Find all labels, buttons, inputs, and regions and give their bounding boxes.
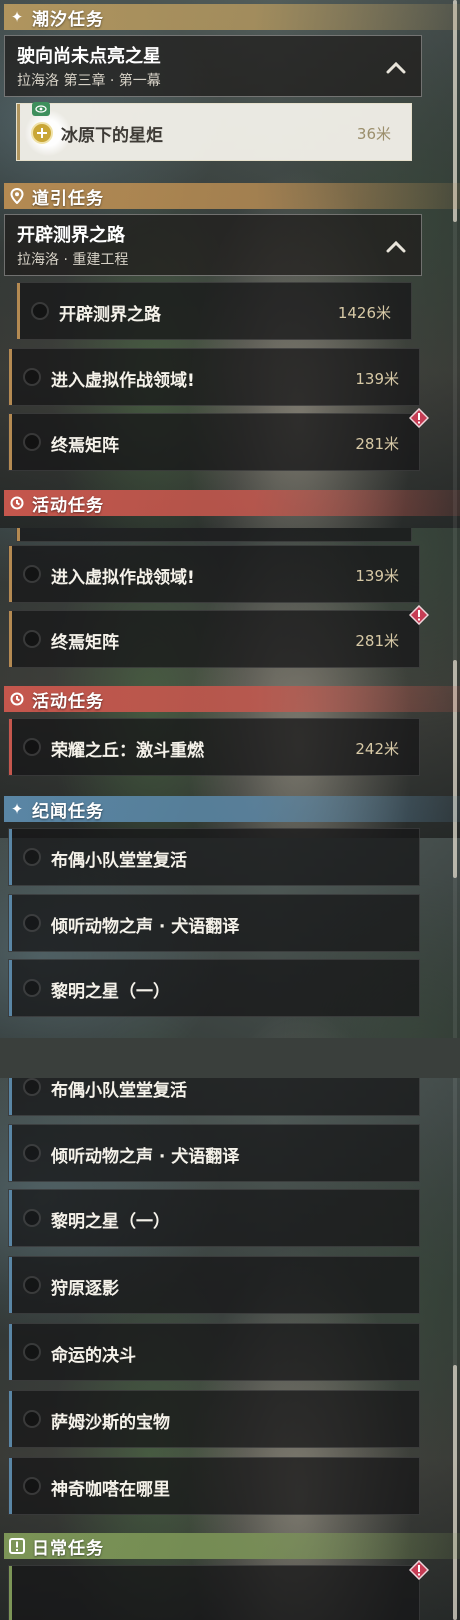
quest-group-header[interactable]: 驶向尚未点亮之星 拉海洛 第三章 · 第一幕 [4, 35, 422, 97]
category-label: 道引任务 [32, 188, 104, 209]
task-row[interactable]: 荣耀之丘：激斗重燃 242米 [8, 718, 420, 776]
chevron-up-icon[interactable] [383, 54, 409, 80]
task-name: 黎明之星（一） [51, 982, 170, 1002]
task-checkbox[interactable] [23, 848, 41, 866]
task-name: 进入虚拟作战领域! [51, 371, 195, 391]
task-checkbox[interactable] [23, 630, 41, 648]
quest-group-subtitle: 拉海洛 第三章 · 第一幕 [17, 73, 161, 89]
task-distance: 281米 [355, 632, 399, 650]
task-row[interactable]: 倾听动物之声 · 犬语翻译 [8, 894, 420, 952]
quest-group-header[interactable]: 开辟测界之路 拉海洛 · 重建工程 [4, 214, 422, 276]
quest-group-title: 开辟测界之路 [17, 225, 125, 246]
task-name: 神奇咖嗒在哪里 [51, 1480, 170, 1500]
quest-list-panel-2: 进入虚拟作战领域! 139米 终焉矩阵 281米 活动任务 荣耀之丘：激斗重燃 … [0, 528, 460, 1038]
task-row[interactable]: 进入虚拟作战领域! 139米 [8, 348, 420, 406]
task-name: 狩原逐影 [51, 1279, 119, 1299]
category-header-daily: 日常任务 [4, 1533, 460, 1559]
category-label: 活动任务 [32, 495, 104, 516]
task-checkbox[interactable] [23, 1276, 41, 1294]
task-checkbox[interactable] [31, 302, 49, 320]
task-row[interactable]: 进入虚拟作战领域! 139米 [8, 545, 420, 603]
task-checkbox[interactable] [23, 565, 41, 583]
category-header-tide: ✦ 潮汐任务 [4, 4, 460, 30]
quest-group-subtitle: 拉海洛 · 重建工程 [17, 252, 129, 268]
quest-tracker-screenshot: ✦ 潮汐任务 驶向尚未点亮之星 拉海洛 第三章 · 第一幕 冰原下的星炬 36米 [0, 0, 460, 1620]
category-header-event: 活动任务 [4, 686, 460, 712]
task-checkbox[interactable] [23, 368, 41, 386]
task-row-partial[interactable] [16, 528, 412, 542]
sparkle-icon: ✦ [10, 7, 24, 26]
task-distance: 139米 [355, 370, 399, 388]
task-name: 终焉矩阵 [51, 436, 119, 456]
task-distance: 281米 [355, 435, 399, 453]
task-row[interactable]: 命运的决斗 [8, 1323, 420, 1381]
task-distance: 139米 [355, 567, 399, 585]
task-row[interactable]: 黎明之星（一） [8, 1189, 420, 1247]
task-row[interactable]: 终焉矩阵 281米 [8, 604, 430, 668]
task-distance: 36米 [356, 125, 391, 143]
task-row-active[interactable]: 冰原下的星炬 36米 [16, 102, 412, 161]
task-name: 命运的决斗 [51, 1346, 136, 1366]
task-row[interactable]: 狩原逐影 [8, 1256, 420, 1314]
scrollbar-thumb[interactable] [453, 1365, 457, 1620]
task-row-partial[interactable] [8, 1559, 430, 1620]
task-name: 萨姆沙斯的宝物 [51, 1413, 170, 1433]
task-name: 布偶小队堂堂复活 [51, 851, 187, 871]
category-label: 纪闻任务 [32, 801, 104, 822]
task-row[interactable]: 布偶小队堂堂复活 [8, 828, 420, 886]
task-distance: 1426米 [337, 304, 391, 322]
warning-badge-icon [408, 407, 430, 429]
category-header-lore: ✦ 纪闻任务 [4, 796, 460, 822]
category-header-event-partial: 活动任务 [4, 490, 460, 516]
quest-group-title: 驶向尚未点亮之星 [17, 46, 161, 67]
warning-badge-icon [408, 604, 430, 626]
task-checkbox[interactable] [23, 1410, 41, 1428]
task-checkbox[interactable] [23, 1209, 41, 1227]
location-pin-icon [8, 187, 26, 205]
category-label: 活动任务 [32, 691, 104, 712]
event-icon [8, 690, 26, 708]
task-name: 黎明之星（一） [51, 1212, 170, 1232]
task-row[interactable]: 萨姆沙斯的宝物 [8, 1390, 420, 1448]
task-row[interactable]: 终焉矩阵 281米 [8, 407, 430, 471]
task-checkbox[interactable] [23, 1343, 41, 1361]
task-row[interactable]: 神奇咖嗒在哪里 [8, 1457, 420, 1515]
task-distance: 242米 [355, 740, 399, 758]
task-checkbox[interactable] [23, 979, 41, 997]
category-header-guide: 道引任务 [4, 183, 460, 209]
task-name: 终焉矩阵 [51, 633, 119, 653]
quest-list-panel-3: 布偶小队堂堂复活 倾听动物之声 · 犬语翻译 黎明之星（一） 狩原逐影 命运的决… [0, 1078, 460, 1620]
warning-badge-icon [408, 1559, 430, 1581]
task-row[interactable]: 开辟测界之路 1426米 [16, 282, 412, 340]
quest-list-panel-1: ✦ 潮汐任务 驶向尚未点亮之星 拉海洛 第三章 · 第一幕 冰原下的星炬 36米 [0, 0, 460, 528]
category-label: 日常任务 [32, 1538, 104, 1559]
task-name: 冰原下的星炬 [61, 126, 163, 146]
sparkle-icon: ✦ [10, 799, 24, 818]
task-checkbox[interactable] [23, 914, 41, 932]
task-checkbox[interactable] [23, 1078, 41, 1096]
task-checkbox[interactable] [23, 1477, 41, 1495]
task-row[interactable]: 倾听动物之声 · 犬语翻译 [8, 1124, 420, 1182]
task-name: 开辟测界之路 [59, 305, 161, 325]
category-label: 潮汐任务 [32, 9, 104, 30]
task-name: 进入虚拟作战领域! [51, 568, 195, 588]
task-checkbox[interactable] [23, 738, 41, 756]
task-checkbox[interactable] [23, 1144, 41, 1162]
task-name: 倾听动物之声 · 犬语翻译 [51, 917, 240, 937]
task-row[interactable]: 布偶小队堂堂复活 [8, 1078, 420, 1116]
exclamation-icon [8, 1537, 26, 1555]
event-icon [8, 494, 26, 512]
task-name: 倾听动物之声 · 犬语翻译 [51, 1147, 240, 1167]
task-name: 荣耀之丘：激斗重燃 [51, 741, 204, 761]
task-row[interactable]: 黎明之星（一） [8, 959, 420, 1017]
task-checkbox[interactable] [23, 433, 41, 451]
tracked-quest-marker-icon [31, 122, 53, 144]
task-name: 布偶小队堂堂复活 [51, 1081, 187, 1101]
chevron-up-icon[interactable] [383, 233, 409, 259]
tracking-eye-icon [32, 102, 50, 116]
